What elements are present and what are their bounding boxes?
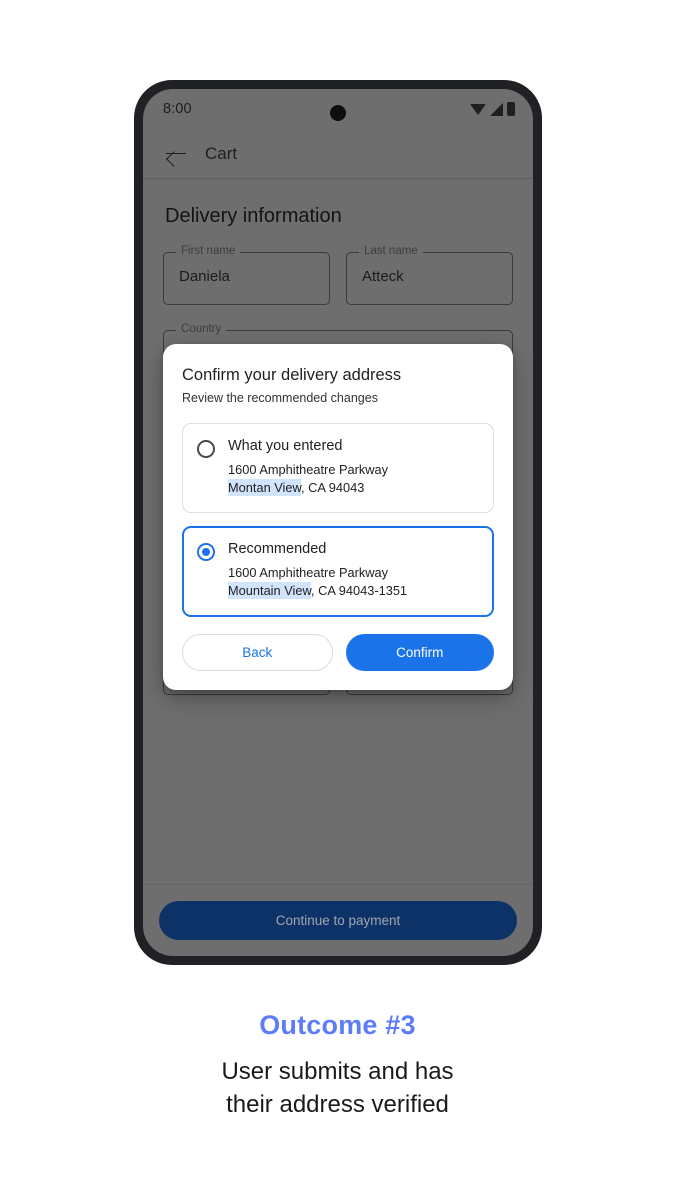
address-option-entered-title: What you entered — [228, 438, 343, 454]
last-name-label: Last name — [359, 245, 423, 257]
country-label: Country — [176, 323, 227, 335]
address-option-entered-line2-rest: , CA 94043 — [301, 480, 365, 496]
cta-bar: Continue to payment — [143, 884, 533, 956]
address-diff-highlight: Montan View — [228, 479, 302, 497]
status-bar: 8:00 — [143, 89, 533, 129]
front-camera-icon — [330, 105, 346, 121]
phone-screen: 8:00 Cart Delivery information First nam… — [143, 89, 533, 956]
page-title: Cart — [205, 143, 238, 163]
status-bar-icons — [470, 102, 515, 116]
phone-device-frame: 8:00 Cart Delivery information First nam… — [134, 80, 542, 965]
last-name-field[interactable]: Last name Atteck — [346, 245, 513, 305]
status-bar-time: 8:00 — [163, 101, 192, 117]
back-arrow-icon[interactable] — [165, 143, 187, 165]
address-option-entered-line2: Montan View, CA 94043 — [228, 479, 479, 497]
address-option-entered[interactable]: What you entered 1600 Amphitheatre Parkw… — [182, 423, 494, 514]
first-name-field[interactable]: First name Daniela — [163, 245, 330, 305]
confirm-address-dialog: Confirm your delivery address Review the… — [163, 344, 513, 690]
address-option-recommended-line1: 1600 Amphitheatre Parkway — [228, 565, 389, 581]
caption-title: Outcome #3 — [259, 1010, 416, 1040]
section-title: Delivery information — [165, 205, 342, 227]
radio-checked-icon[interactable] — [197, 543, 215, 562]
caption-block: Outcome #3 User submits and has their ad… — [0, 1010, 675, 1121]
address-option-recommended[interactable]: Recommended 1600 Amphitheatre Parkway Mo… — [182, 526, 494, 617]
address-diff-highlight: Mountain View — [228, 582, 311, 600]
address-option-recommended-body: Recommended 1600 Amphitheatre Parkway Mo… — [228, 541, 479, 600]
back-button[interactable]: Back — [182, 633, 333, 671]
radio-unchecked-icon[interactable] — [197, 440, 215, 458]
continue-to-payment-button[interactable]: Continue to payment — [159, 901, 517, 940]
address-option-entered-line1: 1600 Amphitheatre Parkway — [228, 462, 389, 477]
wifi-icon — [470, 103, 486, 115]
signal-icon — [490, 102, 503, 116]
address-option-recommended-line2-rest: , CA 94043-1351 — [311, 583, 408, 599]
address-option-entered-body: What you entered 1600 Amphitheatre Parkw… — [228, 438, 479, 497]
name-field-row: First name Daniela Last name Atteck — [163, 245, 513, 305]
dialog-title: Confirm your delivery address — [182, 366, 402, 384]
caption-line-2: their address verified — [226, 1091, 449, 1119]
caption-line-1: User submits and has — [221, 1058, 454, 1085]
dialog-actions: Back Confirm — [182, 633, 494, 671]
poster-canvas: 8:00 Cart Delivery information First nam… — [0, 0, 675, 1200]
last-name-value: Atteck — [362, 268, 404, 285]
address-option-recommended-title: Recommended — [228, 541, 327, 558]
battery-icon — [507, 102, 515, 116]
app-bar: Cart — [143, 129, 533, 179]
first-name-value: Daniela — [179, 268, 230, 285]
dialog-subtitle: Review the recommended changes — [182, 391, 378, 405]
confirm-button[interactable]: Confirm — [345, 633, 494, 671]
first-name-label: First name — [176, 245, 241, 257]
address-option-recommended-line2: Mountain View, CA 94043-1351 — [228, 582, 479, 600]
